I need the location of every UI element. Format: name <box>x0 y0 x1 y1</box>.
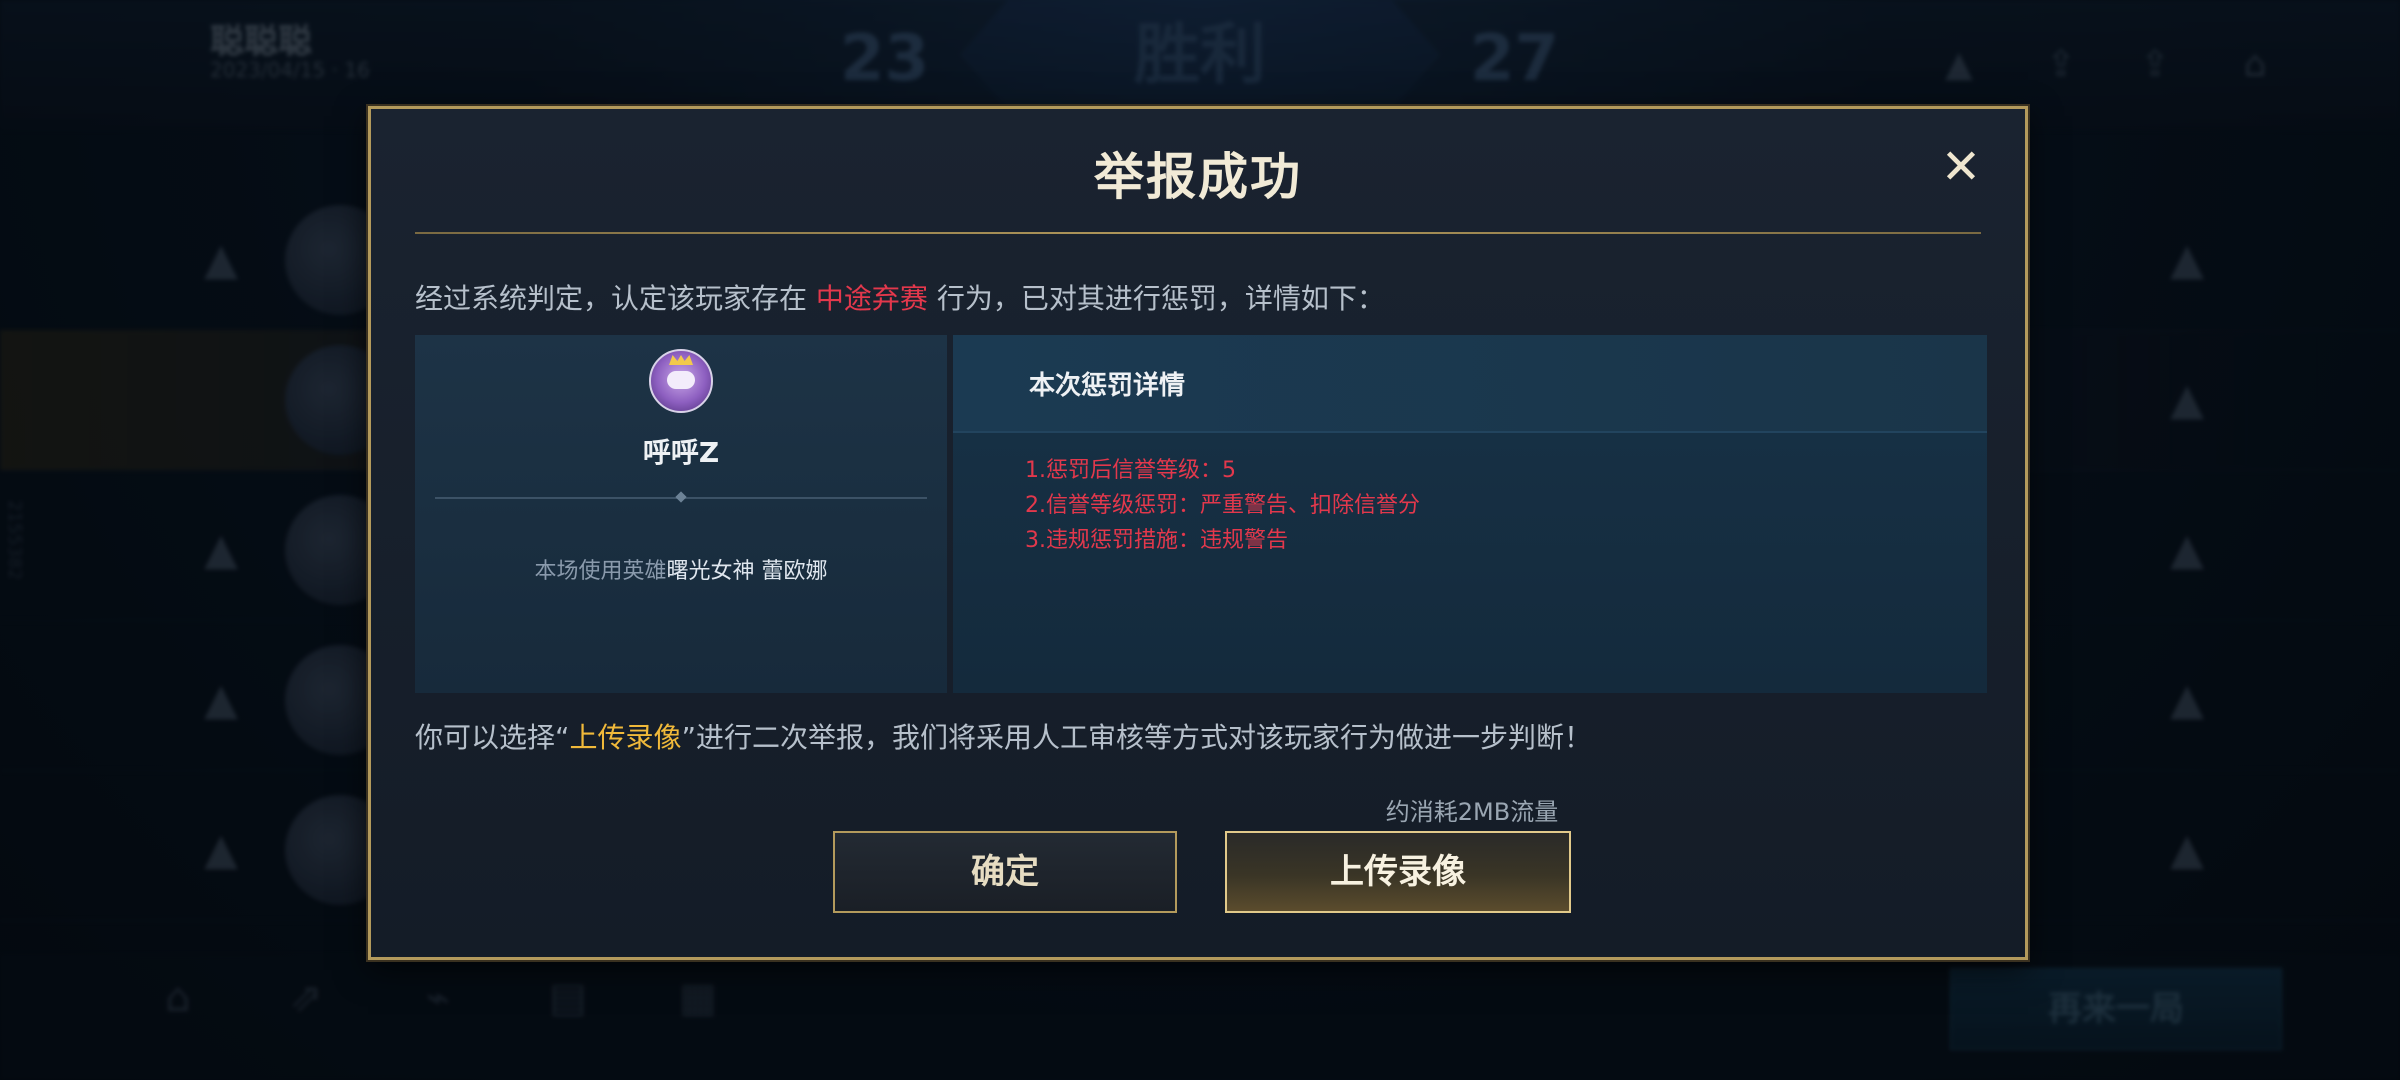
info-panel: 呼呼Z 本场使用英雄曙光女神 蕾欧娜 本次惩罚详情 1.惩罚后信誉等级：5 2.… <box>415 335 1987 693</box>
player-divider <box>435 491 927 503</box>
verdict-suffix: 行为，已对其进行惩罚，详情如下： <box>936 282 1385 315</box>
hero-name: 曙光女神 蕾欧娜 <box>666 559 828 584</box>
report-success-dialog: 举报成功 ✕ 经过系统判定，认定该玩家存在 中途弃赛 行为，已对其进行惩罚，详情… <box>368 106 2028 960</box>
upload-replay-link: 上传录像 <box>569 721 682 754</box>
divider-diamond-icon <box>675 491 687 503</box>
second-report-suffix: ”进行二次举报，我们将采用人工审核等方式对该玩家行为做进一步判断！ <box>681 721 1593 754</box>
penalty-item: 2.信誉等级惩罚：严重警告、扣除信誉分 <box>1025 493 1420 518</box>
second-report-text: 你可以选择“上传录像”进行二次举报，我们将采用人工审核等方式对该玩家行为做进一步… <box>415 716 1592 756</box>
data-usage-note: 约消耗2MB流量 <box>1385 798 1559 826</box>
penalty-item: 3.违规惩罚措施：违规警告 <box>1025 528 1288 553</box>
penalty-title: 本次惩罚详情 <box>1029 371 1186 401</box>
confirm-button[interactable]: 确定 <box>833 831 1177 913</box>
upload-replay-button[interactable]: 上传录像 <box>1225 831 1571 913</box>
verdict-prefix: 经过系统判定，认定该玩家存在 <box>415 282 808 315</box>
hero-label: 本场使用英雄 <box>534 559 667 584</box>
avatar <box>649 349 713 413</box>
avatar-face <box>667 371 695 389</box>
penalty-list: 1.惩罚后信誉等级：5 2.信誉等级惩罚：严重警告、扣除信誉分 3.违规惩罚措施… <box>1025 453 1420 558</box>
penalty-header: 本次惩罚详情 <box>953 335 1987 433</box>
second-report-prefix: 你可以选择“ <box>415 721 570 754</box>
penalty-item: 1.惩罚后信誉等级：5 <box>1025 458 1236 483</box>
verdict-text: 经过系统判定，认定该玩家存在 中途弃赛 行为，已对其进行惩罚，详情如下： <box>415 277 1385 317</box>
crown-icon <box>669 355 693 365</box>
dialog-title: 举报成功 <box>1094 148 1302 206</box>
hero-line: 本场使用英雄曙光女神 蕾欧娜 <box>415 553 947 585</box>
player-name: 呼呼Z <box>642 436 720 469</box>
penalty-details-card: 本次惩罚详情 1.惩罚后信誉等级：5 2.信誉等级惩罚：严重警告、扣除信誉分 3… <box>953 335 1987 693</box>
title-divider <box>415 232 1981 234</box>
reported-player-card: 呼呼Z 本场使用英雄曙光女神 蕾欧娜 <box>415 335 947 693</box>
verdict-behavior: 中途弃赛 <box>815 282 928 315</box>
close-icon[interactable]: ✕ <box>1937 143 1985 191</box>
